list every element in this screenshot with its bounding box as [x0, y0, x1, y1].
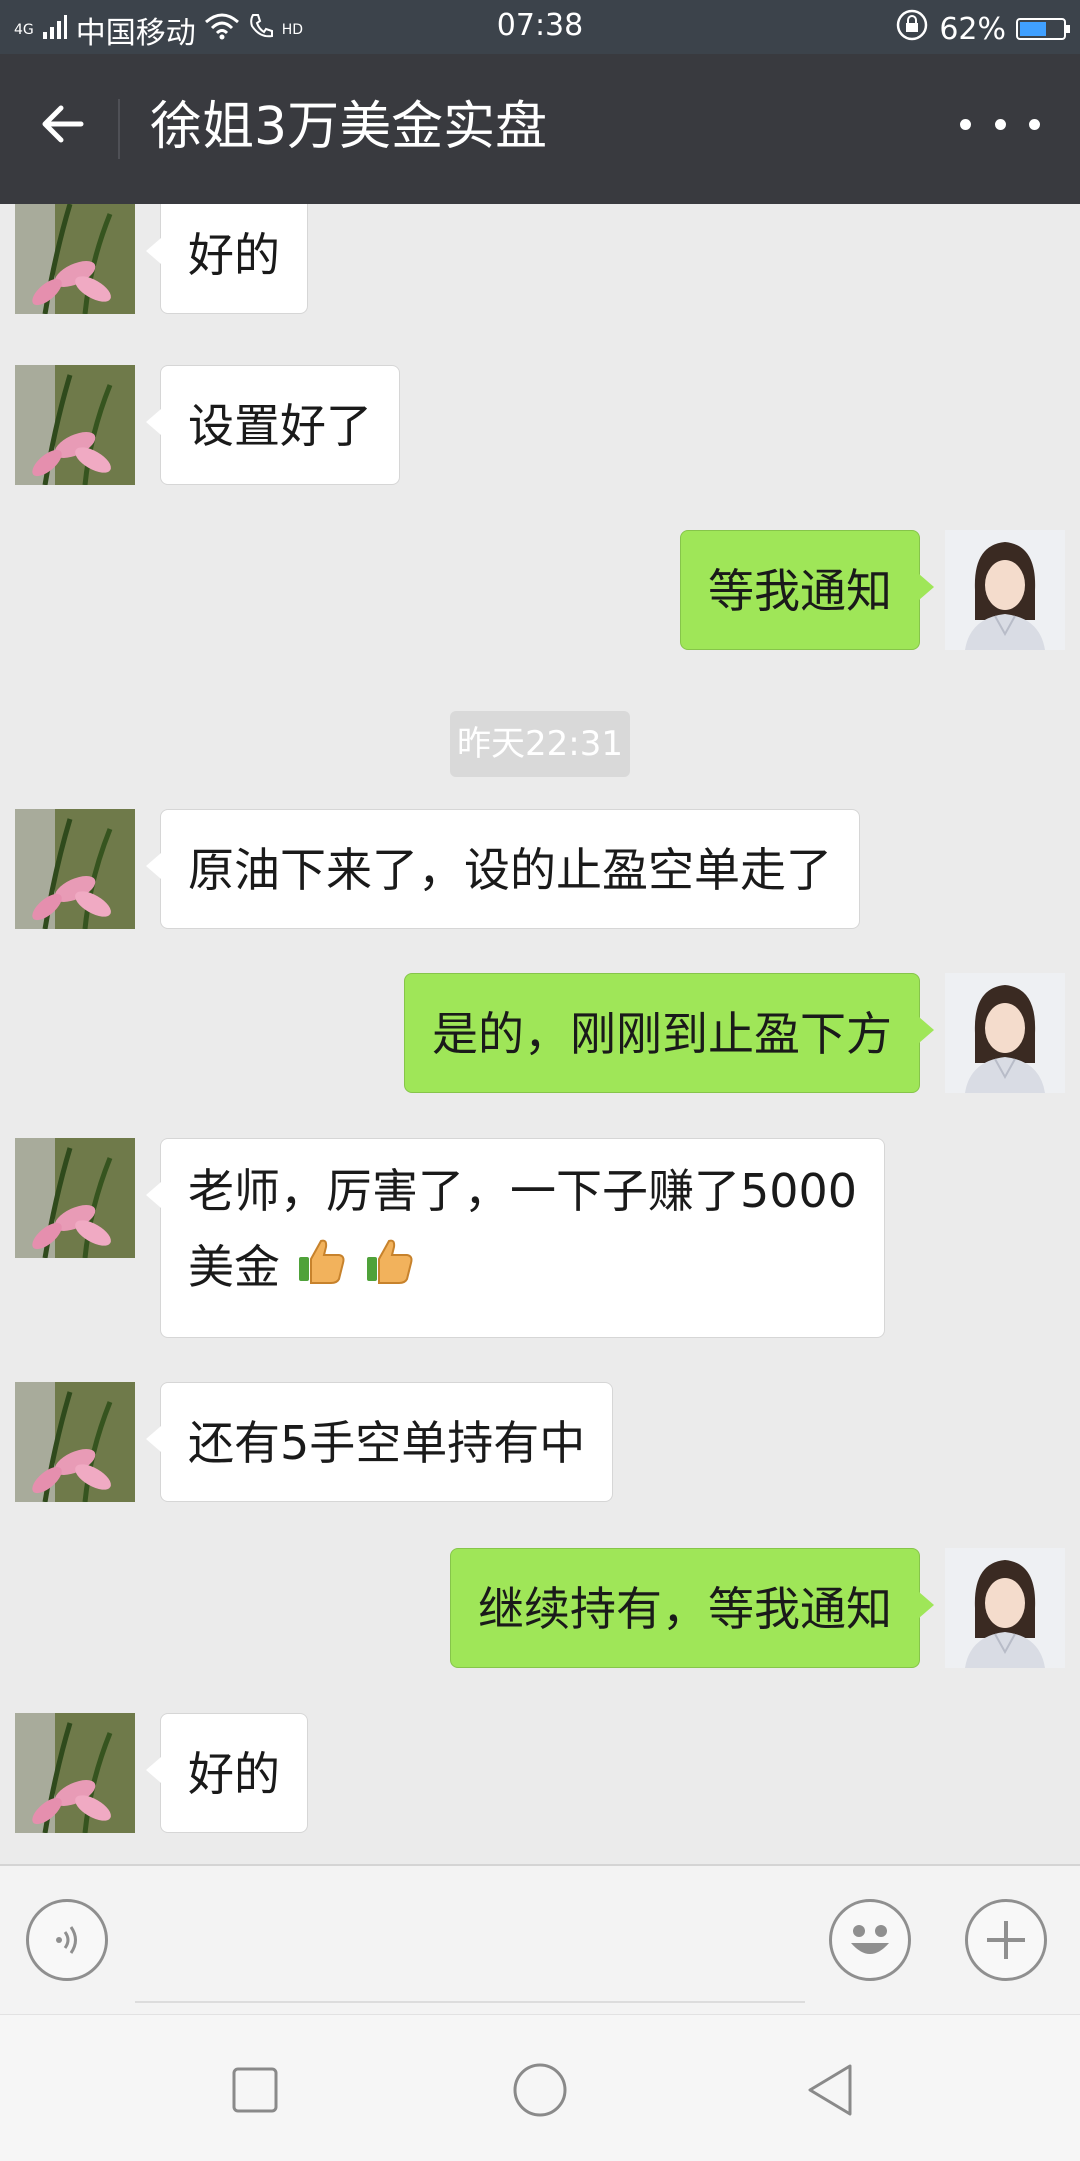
system-nav-bar [0, 2014, 1080, 2161]
contact-avatar[interactable] [15, 1382, 135, 1502]
chat-title: 徐姐3万美金实盘 [150, 97, 548, 157]
outgoing-message[interactable]: 是的，刚刚到止盈下方 [404, 973, 934, 1093]
title-divider [118, 99, 120, 159]
title-bar: 徐姐3万美金实盘 [0, 54, 1080, 204]
contact-avatar[interactable] [15, 365, 135, 485]
circle-icon [513, 2063, 567, 2117]
incoming-message[interactable]: 还有5手空单持有中 [145, 1382, 614, 1502]
voice-button[interactable] [26, 1899, 108, 1981]
message-line-1: 老师，厉害了，一下子赚了5000 [188, 1164, 858, 1218]
recents-button[interactable] [220, 2055, 290, 2125]
thumbs-up-icon [295, 1233, 349, 1309]
emoji-icon [851, 1925, 889, 1954]
arrow-left-icon [42, 105, 84, 143]
thumbs-up-icon [363, 1233, 417, 1309]
back-nav-button[interactable] [795, 2055, 865, 2125]
outgoing-message[interactable]: 等我通知 [680, 530, 934, 650]
contact-avatar[interactable] [15, 1138, 135, 1258]
incoming-message[interactable]: 老师，厉害了，一下子赚了5000 美金 [145, 1138, 886, 1338]
incoming-message[interactable]: 原油下来了，设的止盈空单走了 [146, 809, 860, 929]
battery-percent: 62% [939, 11, 1006, 47]
more-button[interactable] [960, 104, 1040, 144]
message-line-2: 美金 [188, 1240, 280, 1294]
contact-avatar[interactable] [15, 1713, 135, 1833]
incoming-message[interactable]: 设置好了 [146, 365, 400, 485]
contact-avatar[interactable] [15, 204, 135, 314]
input-bar [0, 1864, 1080, 2016]
incoming-message[interactable]: 好的 [146, 1713, 308, 1833]
home-button[interactable] [505, 2055, 575, 2125]
incoming-message[interactable]: 好的 [146, 204, 308, 314]
status-bar: 4G 中国移动 HD 07:38 62% [0, 0, 1080, 54]
back-button[interactable] [34, 96, 90, 152]
plus-button[interactable] [965, 1899, 1047, 1981]
self-avatar[interactable] [945, 530, 1065, 650]
message-input[interactable] [135, 2001, 805, 2003]
self-avatar[interactable] [945, 1548, 1065, 1668]
outgoing-message[interactable]: 继续持有，等我通知 [450, 1548, 934, 1668]
chat-area[interactable]: 好的 设置好了 等我通知 昨天22:31 原油下来了，设的止盈空单走了 是的，刚… [0, 204, 1080, 1864]
timestamp-label: 昨天22:31 [450, 711, 630, 777]
battery-icon [1016, 18, 1070, 40]
contact-avatar[interactable] [15, 809, 135, 929]
message-line-2-row: 美金 [188, 1229, 857, 1305]
more-dots-icon [960, 118, 971, 130]
plus-icon [987, 1921, 1025, 1959]
triangle-back-icon [808, 2064, 852, 2116]
square-icon [232, 2067, 278, 2113]
self-avatar[interactable] [945, 973, 1065, 1093]
emoji-button[interactable] [829, 1899, 911, 1981]
rotation-lock-icon [895, 8, 929, 50]
voice-icon [56, 1926, 77, 1954]
